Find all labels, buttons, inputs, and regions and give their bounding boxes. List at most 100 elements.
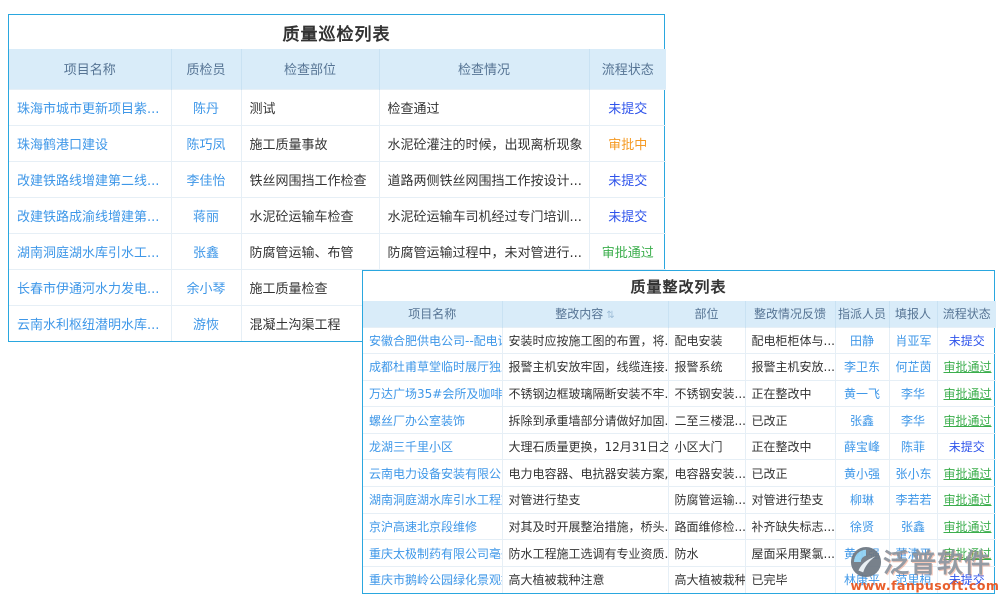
cell-workflow-status[interactable]: 未提交 (589, 89, 666, 125)
cell-assignee[interactable]: 林康平 (835, 566, 889, 593)
table-row: 湖南洞庭湖水库引水工程施工标对管进行垫支防腐管运输...对管进行垫支柳琳李若若审… (363, 487, 996, 514)
col-header-part: 部位 (668, 301, 745, 327)
cell-project-name[interactable]: 重庆市鹅岭公园绿化景观提升... (363, 566, 502, 593)
cell-project-name[interactable]: 安徽合肥供电公司--配电设备... (363, 327, 502, 354)
cell-assignee[interactable]: 田静 (835, 327, 889, 354)
cell-part: 高大植被栽种 (668, 566, 745, 593)
cell-inspect-part: 防腐管运输、布管 (241, 233, 379, 269)
cell-inspector[interactable]: 余小琴 (171, 269, 241, 305)
cell-reporter[interactable]: 张鑫 (889, 513, 937, 540)
cell-assignee[interactable]: 柳琳 (835, 487, 889, 514)
cell-inspector[interactable]: 陈巧凤 (171, 125, 241, 161)
col-header-label: 部位 (694, 307, 718, 321)
cell-workflow-status[interactable]: 未提交 (589, 197, 666, 233)
cell-inspector[interactable]: 张鑫 (171, 233, 241, 269)
col-header-workflow-status: 流程状态 (937, 301, 996, 327)
cell-project-name[interactable]: 珠海鹤港口建设 (9, 125, 171, 161)
cell-project-name[interactable]: 云南水利枢纽潜明水库... (9, 305, 171, 341)
cell-assignee[interactable]: 黄一飞 (835, 380, 889, 407)
table-row: 成都杜甫草堂临时展厅独立展...报警主机安放牢固，线缆连接...报警系统报警主机… (363, 354, 996, 381)
cell-assignee[interactable]: 李卫东 (835, 354, 889, 381)
cell-inspector[interactable]: 游恢 (171, 305, 241, 341)
cell-part: 二至三楼混... (668, 407, 745, 434)
cell-reporter[interactable]: 范里桓 (889, 566, 937, 593)
cell-inspect-part: 施工质量事故 (241, 125, 379, 161)
col-header-rectify-content[interactable]: 整改内容⇅ (502, 301, 668, 327)
rectification-table-title: 质量整改列表 (363, 271, 994, 301)
cell-reporter[interactable]: 张小东 (889, 460, 937, 487)
inspection-table-title: 质量巡检列表 (9, 15, 664, 49)
cell-assignee[interactable]: 黄小强 (835, 460, 889, 487)
cell-project-name[interactable]: 成都杜甫草堂临时展厅独立展... (363, 354, 502, 381)
cell-project-name[interactable]: 珠海市城市更新项目紫... (9, 89, 171, 125)
cell-workflow-status[interactable]: 审批通过 (937, 513, 996, 540)
cell-reporter[interactable]: 李华 (889, 380, 937, 407)
cell-rectify-feedback: 屋面采用聚氯... (745, 540, 835, 567)
cell-reporter[interactable]: 肖亚军 (889, 327, 937, 354)
cell-inspect-situation: 检查通过 (379, 89, 589, 125)
cell-part: 路面维修检... (668, 513, 745, 540)
cell-rectify-content: 对管进行垫支 (502, 487, 668, 514)
cell-assignee[interactable]: 黄小强 (835, 540, 889, 567)
cell-project-name[interactable]: 龙湖三千里小区 (363, 433, 502, 460)
cell-rectify-feedback: 已改正 (745, 460, 835, 487)
cell-workflow-status[interactable]: 审批通过 (937, 487, 996, 514)
sort-icon[interactable]: ⇅ (606, 310, 614, 321)
cell-project-name[interactable]: 湖南洞庭湖水库引水工程施工标 (363, 487, 502, 514)
cell-reporter[interactable]: 李若若 (889, 487, 937, 514)
cell-assignee[interactable]: 薛宝峰 (835, 433, 889, 460)
cell-reporter[interactable]: 陈菲 (889, 433, 937, 460)
cell-rectify-content: 大理石质量更换，12月31日之... (502, 433, 668, 460)
col-header-label: 流程状态 (943, 307, 991, 321)
cell-assignee[interactable]: 张鑫 (835, 407, 889, 434)
cell-project-name[interactable]: 京沪高速北京段维修 (363, 513, 502, 540)
cell-project-name[interactable]: 云南电力设备安装有限公司20... (363, 460, 502, 487)
col-header-inspector: 质检员 (171, 49, 241, 89)
cell-reporter[interactable]: 何芷茵 (889, 354, 937, 381)
cell-reporter[interactable]: 董清平 (889, 540, 937, 567)
table-row: 万达广场35#会所及咖啡厅空...不锈钢边框玻璃隔断安装不牢...不锈钢安装..… (363, 380, 996, 407)
cell-part: 不锈钢安装... (668, 380, 745, 407)
table-row: 龙湖三千里小区大理石质量更换，12月31日之...小区大门正在整改中薛宝峰陈菲未… (363, 433, 996, 460)
cell-workflow-status[interactable]: 审批通过 (589, 233, 666, 269)
cell-workflow-status[interactable]: 审批通过 (937, 407, 996, 434)
table-row: 重庆市鹅岭公园绿化景观提升...高大植被栽种注意高大植被栽种已完毕林康平范里桓未… (363, 566, 996, 593)
cell-reporter[interactable]: 李华 (889, 407, 937, 434)
cell-inspect-part: 施工质量检查 (241, 269, 379, 305)
cell-inspect-situation: 防腐管运输过程中，未对管进行... (379, 233, 589, 269)
cell-workflow-status[interactable]: 未提交 (937, 566, 996, 593)
cell-workflow-status[interactable]: 审批通过 (937, 540, 996, 567)
cell-project-name[interactable]: 万达广场35#会所及咖啡厅空... (363, 380, 502, 407)
col-header-label: 整改情况反馈 (754, 307, 826, 321)
rectification-table-card: 质量整改列表 项目名称整改内容⇅部位整改情况反馈指派人员填报人流程状态 安徽合肥… (362, 270, 995, 594)
cell-inspector[interactable]: 蒋丽 (171, 197, 241, 233)
cell-workflow-status[interactable]: 未提交 (589, 161, 666, 197)
cell-project-name[interactable]: 湖南洞庭湖水库引水工... (9, 233, 171, 269)
cell-project-name[interactable]: 螺丝厂办公室装饰 (363, 407, 502, 434)
cell-project-name[interactable]: 改建铁路线增建第二线... (9, 161, 171, 197)
cell-rectify-feedback: 已改正 (745, 407, 835, 434)
col-header-label: 检查情况 (458, 63, 510, 78)
cell-rectify-feedback: 报警主机安放... (745, 354, 835, 381)
cell-workflow-status[interactable]: 未提交 (937, 433, 996, 460)
cell-rectify-content: 电力电容器、电抗器安装方案,... (502, 460, 668, 487)
cell-project-name[interactable]: 改建铁路成渝线增建第... (9, 197, 171, 233)
cell-assignee[interactable]: 徐贤 (835, 513, 889, 540)
cell-project-name[interactable]: 重庆太极制药有限公司亳州中... (363, 540, 502, 567)
rectification-table-body: 安徽合肥供电公司--配电设备...安装时应按施工图的布置，将...配电安装配电柜… (363, 327, 996, 593)
cell-workflow-status[interactable]: 审批通过 (937, 460, 996, 487)
table-row: 螺丝厂办公室装饰拆除到承重墙部分请做好加固...二至三楼混...已改正张鑫李华审… (363, 407, 996, 434)
cell-inspect-part: 铁丝网围挡工作检查 (241, 161, 379, 197)
cell-rectify-content: 防水工程施工选调有专业资质... (502, 540, 668, 567)
cell-project-name[interactable]: 长春市伊通河水力发电... (9, 269, 171, 305)
cell-inspector[interactable]: 陈丹 (171, 89, 241, 125)
cell-inspect-situation: 道路两侧铁丝网围挡工作按设计... (379, 161, 589, 197)
col-header-label: 填报人 (895, 307, 931, 321)
cell-workflow-status[interactable]: 未提交 (937, 327, 996, 354)
cell-inspector[interactable]: 李佳怡 (171, 161, 241, 197)
cell-workflow-status[interactable]: 审批通过 (937, 354, 996, 381)
cell-inspect-part: 测试 (241, 89, 379, 125)
cell-rectify-feedback: 正在整改中 (745, 380, 835, 407)
cell-workflow-status[interactable]: 审批中 (589, 125, 666, 161)
cell-workflow-status[interactable]: 审批通过 (937, 380, 996, 407)
